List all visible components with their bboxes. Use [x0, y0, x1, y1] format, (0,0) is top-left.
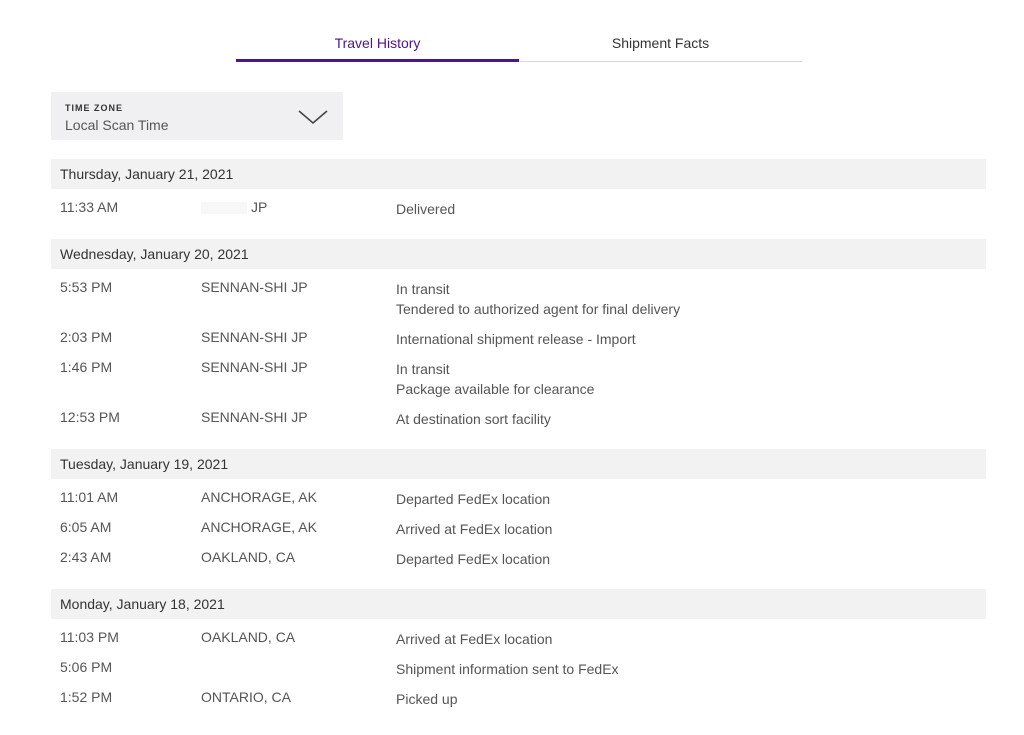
event-description: In transit Tendered to authorized agent f… — [396, 279, 680, 319]
event-row: 12:53 PM SENNAN-SHI JP At destination sort… — [51, 409, 986, 439]
event-description: Arrived at FedEx location — [396, 519, 552, 539]
event-time: 11:03 PM — [60, 629, 119, 645]
time-zone-label: TIME ZONE — [65, 103, 123, 113]
event-status: Shipment information sent to FedEx — [396, 661, 619, 677]
event-description: International shipment release - Import — [396, 329, 636, 349]
day-header: Monday, January 18, 2021 — [51, 589, 986, 619]
event-time: 2:03 PM — [60, 329, 113, 345]
tab-bar: Travel History Shipment Facts — [236, 28, 802, 62]
redacted-text — [201, 202, 247, 215]
event-location: ANCHORAGE, AK — [201, 489, 317, 505]
event-location: SENNAN-SHI JP — [201, 329, 308, 345]
event-row: 2:03 PM SENNAN-SHI JP International shipme… — [51, 329, 986, 359]
event-location: OAKLAND, CA — [201, 549, 296, 565]
event-row: 1:46 PM SENNAN-SHI JP In transit Package av… — [51, 359, 986, 409]
event-location: SENNAN-SHI JP — [201, 409, 308, 425]
event-location: SENNAN-SHI JP — [201, 359, 308, 375]
tab-shipment-facts[interactable]: Shipment Facts — [519, 28, 802, 62]
chevron-down-icon — [298, 110, 328, 125]
event-row: 2:43 AM OAKLAND, CA Departed FedEx locatio… — [51, 549, 986, 579]
event-detail: Package available for clearance — [396, 381, 595, 397]
day-header: Wednesday, January 20, 2021 — [51, 239, 986, 269]
event-time: 1:52 PM — [60, 689, 113, 705]
event-time: 5:53 PM — [60, 279, 113, 295]
event-row: 11:01 AM ANCHORAGE, AK Departed FedEx loca… — [51, 489, 986, 519]
event-description: Shipment information sent to FedEx — [396, 659, 619, 679]
event-row: 11:33 AM JP Delivered — [51, 199, 986, 229]
event-location: SENNAN-SHI JP — [201, 279, 308, 295]
event-time: 2:43 AM — [60, 549, 112, 565]
event-status: Arrived at FedEx location — [396, 631, 553, 647]
event-description: Departed FedEx location — [396, 549, 550, 569]
event-description: At destination sort facility — [396, 409, 551, 429]
day-header: Thursday, January 21, 2021 — [51, 159, 986, 189]
event-time: 12:53 PM — [60, 409, 120, 425]
event-status: In transit — [396, 361, 450, 377]
event-row: 5:06 PM Shipment information sent to FedE… — [51, 659, 986, 689]
event-description: Departed FedEx location — [396, 489, 550, 509]
event-location: ANCHORAGE, AK — [201, 519, 317, 535]
event-location: OAKLAND, CA — [201, 629, 296, 645]
event-status: Departed FedEx location — [396, 491, 551, 507]
tab-travel-history[interactable]: Travel History — [236, 28, 519, 62]
event-time: 6:05 AM — [60, 519, 112, 535]
event-status: Delivered — [396, 201, 456, 217]
event-location: JP — [201, 199, 267, 215]
event-location: ONTARIO, CA — [201, 689, 291, 705]
event-status: In transit — [396, 281, 450, 297]
event-description: In transit Package available for clearanc… — [396, 359, 594, 399]
time-zone-value: Local Scan Time — [65, 117, 169, 133]
event-time: 1:46 PM — [60, 359, 113, 375]
event-status: At destination sort facility — [396, 411, 551, 427]
event-row: 6:05 AM ANCHORAGE, AK Arrived at FedEx loc… — [51, 519, 986, 549]
time-zone-dropdown[interactable]: TIME ZONE Local Scan Time — [51, 92, 343, 140]
event-description: Picked up — [396, 689, 457, 709]
travel-history-list: Thursday, January 21, 2021 11:33 AM JP Deli… — [51, 159, 986, 729]
event-description: Delivered — [396, 199, 455, 219]
day-header: Tuesday, January 19, 2021 — [51, 449, 986, 479]
event-row: 1:52 PM ONTARIO, CA Picked up — [51, 689, 986, 719]
event-time: 5:06 PM — [60, 659, 113, 675]
event-detail: Tendered to authorized agent for final d… — [396, 301, 681, 317]
event-status: Picked up — [396, 691, 458, 707]
event-location-country: JP — [251, 199, 268, 215]
event-description: Arrived at FedEx location — [396, 629, 552, 649]
event-time: 11:01 AM — [60, 489, 119, 505]
event-status: International shipment release - Import — [396, 331, 636, 347]
event-row: 11:03 PM OAKLAND, CA Arrived at FedEx loca… — [51, 629, 986, 659]
event-status: Departed FedEx location — [396, 551, 551, 567]
event-time: 11:33 AM — [60, 199, 119, 215]
event-row: 5:53 PM SENNAN-SHI JP In transit Tendered t… — [51, 279, 986, 329]
event-status: Arrived at FedEx location — [396, 521, 553, 537]
